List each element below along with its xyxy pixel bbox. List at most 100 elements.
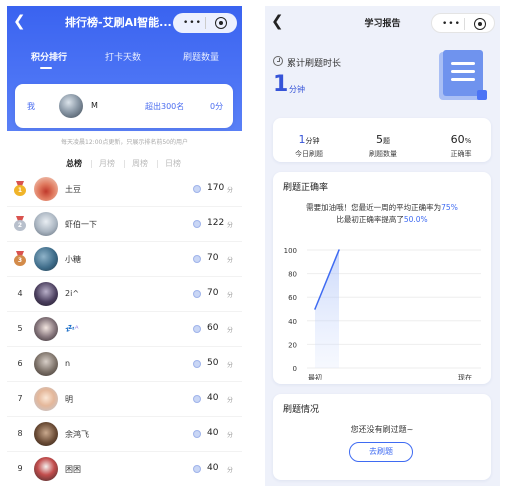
y-tick-label: 0	[293, 365, 297, 373]
page-title: 排行榜-艾刷AI智能...	[65, 16, 172, 29]
active-tab-indicator	[40, 67, 52, 69]
x-tick-label: 现在	[458, 373, 472, 380]
nav-bar: ❮ 学习报告 •••	[265, 6, 500, 40]
tab-question-count[interactable]: 刷题数量	[183, 50, 219, 63]
avatar	[34, 422, 58, 446]
data-point	[314, 308, 316, 310]
close-miniprogram-icon[interactable]	[215, 17, 227, 29]
score-unit: 分	[227, 432, 234, 439]
user-name: 虾伯一下	[65, 220, 97, 229]
period-tabs: 总榜 月榜 周榜 日榜	[7, 156, 242, 172]
y-tick-label: 40	[288, 318, 297, 326]
user-name: 小糖	[65, 255, 81, 264]
table-row[interactable]: 5 💤ᴬ 60 分	[7, 312, 242, 347]
score-unit: 分	[227, 222, 234, 229]
user-name: 土豆	[65, 185, 81, 194]
my-rank-card: 我 M 超出300名 0分	[15, 84, 233, 128]
divider	[124, 160, 125, 168]
beyond-count: 超出300名	[145, 102, 185, 111]
user-name: 明	[65, 395, 73, 404]
table-row[interactable]: 1 土豆 170 分	[7, 172, 242, 207]
close-miniprogram-icon[interactable]	[474, 18, 486, 30]
x-tick-label: 最初	[308, 373, 322, 380]
user-score: 60	[207, 323, 219, 333]
tab-checkin-days[interactable]: 打卡天数	[105, 50, 141, 63]
leaderboard-screen: ❮ 排行榜-艾刷AI智能... ••• 积分排行 打卡天数 刷题数量 我 M 超…	[7, 6, 242, 486]
table-row[interactable]: 9 困困 40 分	[7, 452, 242, 486]
stat-unit: %	[464, 137, 472, 145]
rank-type-tabs: 积分排行 打卡天数 刷题数量	[7, 46, 242, 70]
user-name: 困困	[65, 465, 81, 474]
start-practice-button[interactable]: 去刷题	[349, 442, 413, 462]
score-unit: 分	[227, 467, 234, 474]
points-icon	[193, 395, 201, 403]
stat-unit: 分钟	[305, 137, 320, 145]
stat-value: 60	[450, 133, 465, 146]
table-row[interactable]: 7 明 40 分	[7, 382, 242, 417]
tab-weekly[interactable]: 周榜	[132, 158, 148, 169]
stat-value: 1	[298, 133, 306, 146]
avatar	[59, 94, 83, 118]
avatar	[34, 212, 58, 236]
accuracy-card: 刷题正确率 需要加油哦！您最近一周的平均正确率为75% 比最初正确率提高了50.…	[273, 172, 491, 384]
stat-accuracy: 60% 正确率	[433, 128, 489, 159]
my-score: 0分	[210, 102, 224, 111]
score-unit: 分	[227, 397, 234, 404]
score-unit: 分	[227, 292, 234, 299]
score-unit: 分	[227, 362, 234, 369]
points-icon	[193, 185, 201, 193]
mini-program-capsule: •••	[431, 13, 495, 33]
mini-program-capsule: •••	[173, 13, 237, 33]
tab-overall[interactable]: 总榜	[66, 158, 82, 169]
table-row[interactable]: 8 余鸿飞 40 分	[7, 417, 242, 452]
user-name: 💤ᴬ	[65, 324, 79, 333]
rank-number: 6	[17, 359, 23, 368]
accuracy-area	[315, 250, 339, 368]
user-score: 50	[207, 358, 219, 368]
rank-number: 8	[17, 429, 23, 438]
back-icon[interactable]: ❮	[13, 12, 27, 30]
bronze-medal-icon: 3	[14, 251, 26, 266]
clock-icon	[273, 56, 283, 66]
empty-state-text: 您还没有刷过题~	[350, 425, 414, 434]
stat-today: 1分钟 今日刷题	[279, 128, 339, 159]
tab-points[interactable]: 积分排行	[31, 50, 67, 63]
user-name: 余鸿飞	[65, 430, 89, 439]
report-scroll-icon	[439, 50, 487, 100]
table-row[interactable]: 4 2i^ 70 分	[7, 277, 242, 312]
my-name: M	[91, 101, 98, 110]
user-score: 122	[207, 218, 225, 228]
table-row[interactable]: 3 小糖 70 分	[7, 242, 242, 277]
study-report-screen: ❮ 学习报告 ••• 累计刷题时长 1 分钟 1分钟 今日刷题 5题 刷题数量 …	[265, 6, 500, 486]
user-score: 40	[207, 393, 219, 403]
capsule-divider	[205, 17, 206, 29]
avatar	[34, 282, 58, 306]
table-row[interactable]: 6 n 50 分	[7, 347, 242, 382]
rank-number: 9	[17, 464, 23, 473]
divider	[157, 160, 158, 168]
points-icon	[193, 430, 201, 438]
accuracy-title: 刷题正确率	[283, 183, 329, 193]
total-time-unit: 分钟	[289, 85, 305, 94]
stat-value: 5	[376, 133, 383, 146]
more-icon[interactable]: •••	[183, 18, 202, 28]
y-tick-label: 100	[284, 247, 297, 255]
stats-card: 1分钟 今日刷题 5题 刷题数量 60% 正确率	[273, 118, 491, 162]
capsule-divider	[464, 18, 465, 30]
user-score: 170	[207, 183, 225, 193]
y-tick-label: 60	[288, 294, 297, 302]
points-icon	[193, 325, 201, 333]
user-score: 40	[207, 428, 219, 438]
silver-medal-icon: 2	[14, 216, 26, 231]
stat-label: 刷题数量	[369, 150, 397, 158]
rank-number: 7	[17, 394, 23, 403]
score-unit: 分	[227, 187, 234, 194]
avatar	[34, 457, 58, 481]
tab-monthly[interactable]: 月榜	[99, 158, 115, 169]
total-time-value: 1	[273, 72, 289, 97]
user-score: 40	[207, 463, 219, 473]
more-icon[interactable]: •••	[442, 19, 461, 29]
improvement-message: 比最初正确率提高了50.0%	[336, 215, 428, 224]
table-row[interactable]: 2 虾伯一下 122 分	[7, 207, 242, 242]
tab-daily[interactable]: 日榜	[165, 158, 181, 169]
